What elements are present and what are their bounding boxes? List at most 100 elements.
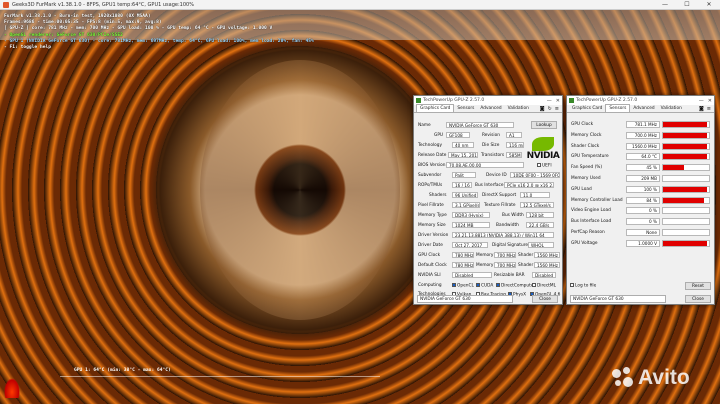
- tab-sensors[interactable]: Sensors: [454, 105, 477, 112]
- osd-line: [ GPU-Z ] core: 781 MHz - mem: 700 MHz -…: [4, 26, 273, 32]
- tab-validation[interactable]: Validation: [505, 105, 532, 112]
- tab-graphics-card[interactable]: Graphics Card: [416, 104, 455, 112]
- furmark-icon: [3, 1, 9, 8]
- uefi-checkbox: UEFI: [537, 163, 552, 169]
- computing-directcompute[interactable]: DirectCompute: [496, 283, 533, 289]
- rops-field: 16 / 16: [452, 182, 472, 188]
- sensor-label[interactable]: Memory Controller Load: [571, 198, 623, 203]
- minimize-button[interactable]: —: [699, 98, 704, 104]
- subvendor-field: Palit: [452, 172, 476, 178]
- sensor-label[interactable]: Memory Clock: [571, 133, 602, 138]
- close-button[interactable]: ✕: [556, 98, 560, 104]
- log-to-file-checkbox[interactable]: Log to file: [570, 283, 596, 289]
- sensor-row: GPU Clock 781.1 MHz: [569, 121, 712, 129]
- sensor-label[interactable]: Fan Speed (%): [571, 165, 602, 170]
- sensor-label[interactable]: GPU Clock: [571, 122, 593, 127]
- bus-width-label: Bus Width: [502, 213, 524, 218]
- sensor-value: None: [626, 229, 660, 236]
- bus-width-field: 128 bit: [526, 212, 554, 218]
- sli-field: Disabled: [452, 272, 492, 278]
- revision-label: Revision: [482, 133, 500, 138]
- uefi-check-icon[interactable]: [537, 163, 541, 167]
- tab-sensors[interactable]: Sensors: [605, 104, 631, 112]
- camera-icon[interactable]: ◙: [699, 106, 704, 112]
- device-id-field: 10DE 0F00 - 1569 0F00: [510, 172, 560, 178]
- sensor-label[interactable]: GPU Temperature: [571, 154, 609, 159]
- directx-label: DirectX Support: [482, 193, 517, 198]
- furmark-flame-icon: [4, 378, 20, 398]
- nvidia-eye-icon: [532, 137, 554, 151]
- sensor-graph: [662, 131, 710, 139]
- sensor-graph: [662, 153, 710, 161]
- close-button[interactable]: ✕: [708, 98, 712, 104]
- sensor-label[interactable]: Bus Interface Load: [571, 219, 611, 224]
- maximize-button[interactable]: ☐: [676, 1, 698, 8]
- memory-clock-field: 700 MHz: [494, 252, 516, 258]
- bandwidth-field: 22.4 GB/s: [526, 222, 554, 228]
- menu-icon[interactable]: ≡: [707, 106, 711, 112]
- name-label: Name: [418, 123, 431, 128]
- default-shader-field: 1560 MHz: [534, 262, 560, 268]
- computing-opencl[interactable]: OpenCL: [452, 283, 474, 289]
- digital-signature-field: WHQL: [528, 242, 554, 248]
- directml-label: DirectML: [537, 283, 556, 289]
- tab-advanced[interactable]: Advanced: [477, 105, 504, 112]
- bandwidth-label: Bandwidth: [496, 223, 519, 228]
- texture-fill-label: Texture Fillrate: [484, 203, 516, 208]
- default-memory-label: Memory: [476, 263, 494, 268]
- sensor-row: GPU Temperature 64.0 °C: [569, 153, 712, 161]
- sensor-label[interactable]: GPU Voltage: [571, 241, 598, 246]
- minimize-button[interactable]: —: [654, 1, 676, 8]
- check-icon: [452, 283, 456, 287]
- sensors-close-button[interactable]: Close: [685, 295, 711, 303]
- menu-icon[interactable]: ≡: [555, 106, 559, 112]
- sensor-graph: [662, 196, 710, 204]
- reset-button[interactable]: Reset: [685, 282, 711, 290]
- minimize-button[interactable]: —: [547, 98, 552, 104]
- mem-type-field: DDR3 (Hynix): [452, 212, 490, 218]
- sensor-graph: [662, 239, 710, 247]
- die-size-field: 116 mm²: [506, 142, 524, 148]
- sensor-value: 781.1 MHz: [626, 121, 660, 128]
- default-clock-field: 780 MHz: [452, 262, 474, 268]
- app-title: Geeks3D FurMark v1.38.1.0 - 8FPS, GPU1 t…: [12, 1, 194, 8]
- sensor-label[interactable]: Memory Used: [571, 176, 601, 181]
- gpu-select[interactable]: NVIDIA GeForce GT 630: [417, 295, 513, 303]
- lookup-button[interactable]: Lookup: [531, 121, 557, 129]
- sensor-graph-fill: [663, 186, 707, 192]
- sensor-value: 45 %: [626, 164, 660, 172]
- sensor-value: 0 %: [626, 207, 660, 215]
- sensor-row: Video Engine Load 0 %: [569, 207, 712, 215]
- bios-label: BIOS Version: [418, 163, 446, 168]
- camera-icon[interactable]: ◙: [540, 106, 545, 112]
- sensor-list: GPU Clock 781.1 MHz Memory Clock 700.0 MHz S…: [567, 121, 716, 251]
- computing-directml[interactable]: DirectML: [532, 283, 556, 289]
- tab-validation[interactable]: Validation: [658, 105, 685, 112]
- sensors-gpu-select[interactable]: NVIDIA GeForce GT 630: [570, 295, 666, 303]
- temp-graph: [60, 376, 380, 398]
- shader-clock-label: Shader: [518, 253, 534, 258]
- refresh-icon[interactable]: ↻: [548, 106, 552, 112]
- technology-field: 40 nm: [452, 142, 474, 148]
- gpu-field: GF108: [446, 132, 470, 138]
- transistors-field: 585M: [506, 152, 522, 158]
- sensor-label[interactable]: PerfCap Reason: [571, 230, 605, 235]
- pixel-fill-field: 3.1 GPixel/s: [452, 202, 480, 208]
- computing-cuda[interactable]: CUDA: [476, 283, 493, 289]
- default-shader-label: Shader: [518, 263, 534, 268]
- sensor-label[interactable]: Shader Clock: [571, 144, 599, 149]
- texture-fill-field: 12.5 GTexel/s: [520, 202, 554, 208]
- gpuz-close-button[interactable]: Close: [532, 295, 558, 303]
- sensor-row: GPU Voltage 1.0000 V: [569, 239, 712, 248]
- shader-clock-field: 1560 MHz: [534, 252, 560, 258]
- tab-advanced[interactable]: Advanced: [630, 105, 657, 112]
- transistors-label: Transistors: [481, 153, 505, 158]
- tab-graphics-card[interactable]: Graphics Card: [569, 105, 605, 112]
- uefi-label: UEFI: [542, 163, 552, 169]
- sensor-label[interactable]: Video Engine Load: [571, 208, 611, 213]
- sensor-label[interactable]: GPU Load: [571, 187, 592, 192]
- sensor-row: Memory Controller Load 84 %: [569, 196, 712, 205]
- close-button[interactable]: ✕: [698, 1, 720, 8]
- driver-version-label: Driver Version: [418, 233, 449, 238]
- sensor-graph: [662, 121, 710, 128]
